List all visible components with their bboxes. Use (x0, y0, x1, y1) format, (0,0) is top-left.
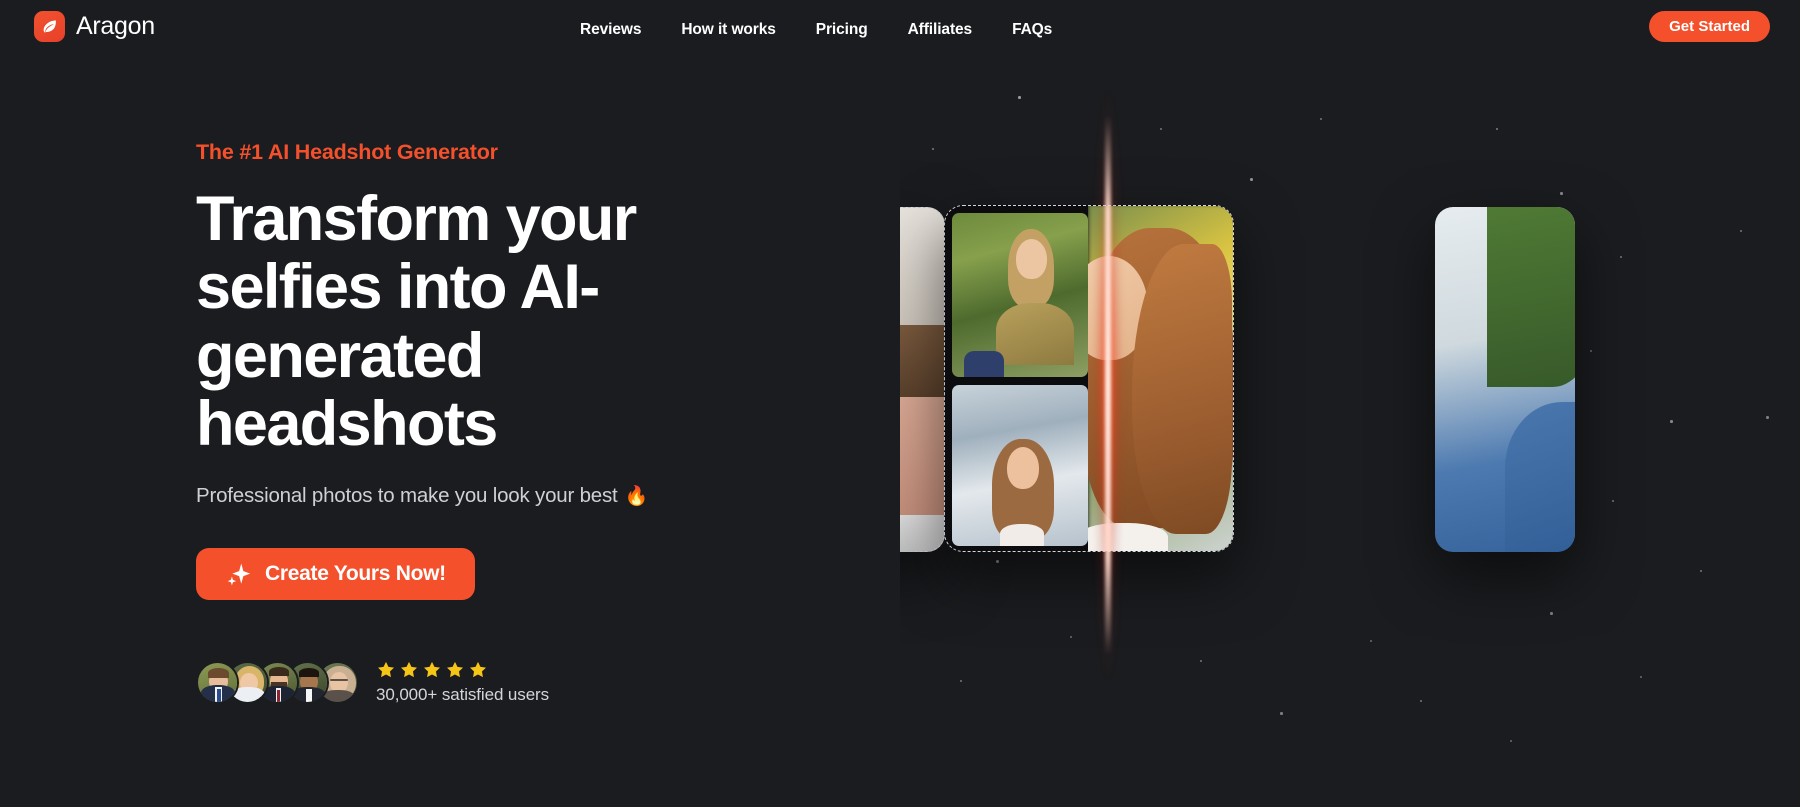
fire-emoji-icon: 🔥 (624, 486, 649, 508)
brand-name: Aragon (76, 12, 155, 40)
card-right[interactable] (1435, 207, 1575, 552)
hero-copy: The #1 AI Headshot Generator Transform y… (196, 140, 856, 601)
star-icon (468, 660, 488, 680)
landing-page: Aragon Reviews How it works Pricing Affi… (0, 0, 1800, 807)
star-icon (376, 660, 396, 680)
nav-link-how-it-works[interactable]: How it works (661, 21, 795, 39)
card-center-before-after[interactable] (944, 205, 1234, 552)
before-thumbnail (952, 213, 1088, 377)
get-started-button[interactable]: Get Started (1649, 11, 1770, 42)
create-yours-now-label: Create Yours Now! (265, 562, 446, 586)
rating-block: 30,000+ satisfied users (376, 660, 549, 705)
before-thumbnail (952, 385, 1088, 546)
star-rating (376, 660, 549, 680)
hero-subtitle-text: Professional photos to make you look you… (196, 484, 618, 508)
site-header: Aragon Reviews How it works Pricing Affi… (0, 0, 1800, 60)
brand-logo-group[interactable]: Aragon (34, 11, 155, 42)
star-icon (445, 660, 465, 680)
rating-text: 30,000+ satisfied users (376, 685, 550, 704)
leaf-flame-icon (34, 11, 65, 42)
card-left[interactable] (900, 207, 945, 552)
star-icon (399, 660, 419, 680)
dashed-border (900, 207, 945, 552)
avatar-group (196, 661, 359, 704)
social-proof: 30,000+ satisfied users (196, 660, 549, 705)
sparkle-icon (225, 561, 251, 587)
nav-link-affiliates[interactable]: Affiliates (888, 21, 992, 39)
hero-visual (900, 0, 1800, 807)
hero-eyebrow: The #1 AI Headshot Generator (196, 140, 498, 164)
nav-link-reviews[interactable]: Reviews (560, 21, 661, 39)
primary-nav: Reviews How it works Pricing Affiliates … (560, 0, 1072, 60)
nav-link-pricing[interactable]: Pricing (796, 21, 888, 39)
hero-subtitle: Professional photos to make you look you… (196, 484, 856, 508)
create-yours-now-button[interactable]: Create Yours Now! (196, 548, 475, 601)
before-thumbnails (952, 213, 1088, 546)
nav-link-faqs[interactable]: FAQs (992, 21, 1072, 39)
star-icon (422, 660, 442, 680)
scan-beam (1090, 85, 1126, 685)
hero-headline: Transform your selfies into AI-generated… (196, 184, 637, 460)
avatar (196, 661, 239, 704)
